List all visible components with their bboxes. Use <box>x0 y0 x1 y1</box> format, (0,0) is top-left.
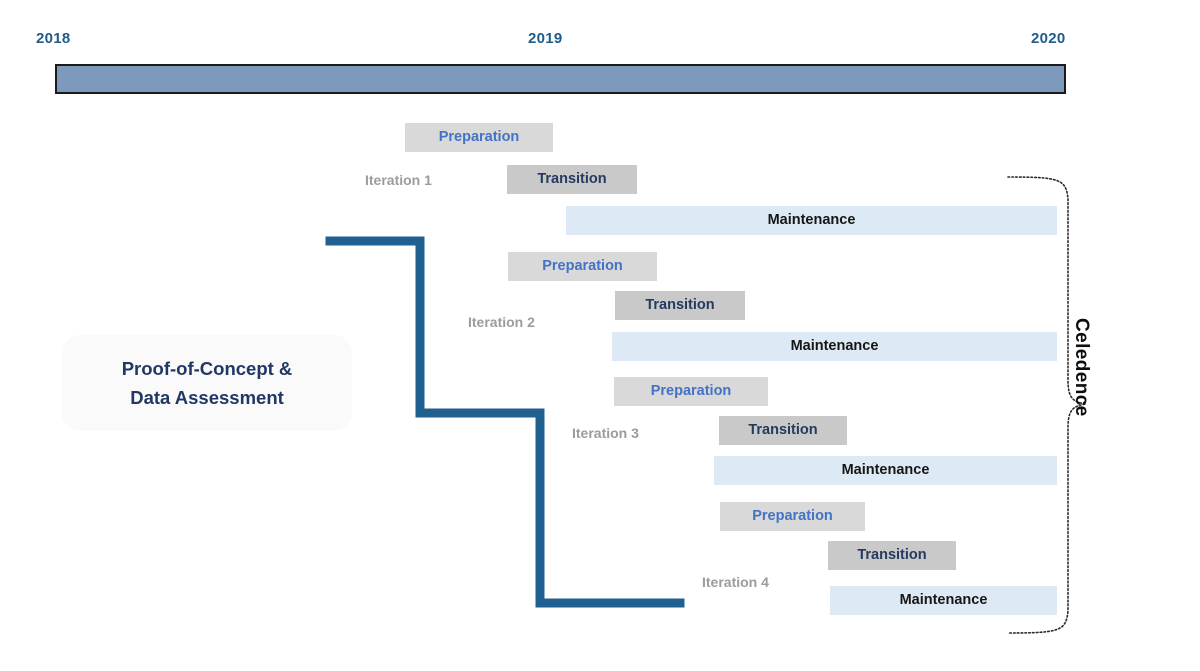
iteration-label-4: Iteration 4 <box>702 574 769 590</box>
brand-label: Celedence <box>1071 318 1092 417</box>
phase-preparation-iteration-3[interactable]: Preparation <box>614 377 768 406</box>
proof-of-concept-callout: Proof-of-Concept & Data Assessment <box>62 335 352 431</box>
phase-maintenance-iteration-3[interactable]: Maintenance <box>714 456 1057 485</box>
step-connector-line <box>325 236 685 608</box>
callout-line-2: Data Assessment <box>130 387 284 408</box>
phase-preparation-iteration-2[interactable]: Preparation <box>508 252 657 281</box>
phase-maintenance-iteration-2[interactable]: Maintenance <box>612 332 1057 361</box>
phase-transition-iteration-2[interactable]: Transition <box>615 291 745 320</box>
phase-transition-iteration-4[interactable]: Transition <box>828 541 956 570</box>
phase-preparation-iteration-1[interactable]: Preparation <box>405 123 553 152</box>
phase-maintenance-iteration-1[interactable]: Maintenance <box>566 206 1057 235</box>
phase-preparation-iteration-4[interactable]: Preparation <box>720 502 865 531</box>
iteration-label-1: Iteration 1 <box>365 172 432 188</box>
timeline-bar <box>55 64 1066 94</box>
phase-transition-iteration-1[interactable]: Transition <box>507 165 637 194</box>
callout-line-1: Proof-of-Concept & <box>121 358 293 379</box>
phase-maintenance-iteration-4[interactable]: Maintenance <box>830 586 1057 615</box>
year-label-2019: 2019 <box>528 30 563 47</box>
iteration-label-3: Iteration 3 <box>572 425 639 441</box>
phase-transition-iteration-3[interactable]: Transition <box>719 416 847 445</box>
iteration-label-2: Iteration 2 <box>468 314 535 330</box>
roadmap-diagram: 2018 2019 2020 Iteration 1 Preparation Trans… <box>0 0 1200 671</box>
year-label-2018: 2018 <box>36 30 71 47</box>
grouping-brace <box>1007 176 1087 634</box>
year-label-2020: 2020 <box>1031 30 1066 47</box>
